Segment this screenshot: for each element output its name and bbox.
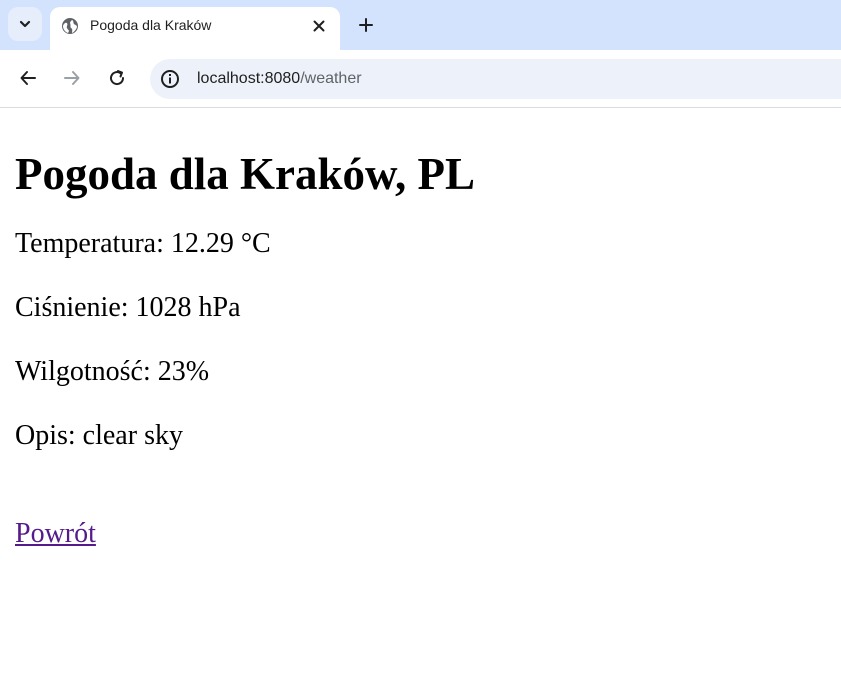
url-host: localhost:8080 — [197, 70, 301, 87]
close-icon — [313, 20, 325, 32]
page-content: Pogoda dla Kraków, PL Temperatura: 12.29… — [15, 108, 825, 550]
new-tab-button[interactable] — [353, 12, 379, 38]
arrow-right-icon — [64, 71, 80, 85]
browser-toolbar: localhost:8080/weather — [0, 50, 841, 108]
globe-icon — [62, 18, 78, 34]
page-title: Pogoda dla Kraków, PL — [15, 149, 476, 199]
tab-search-button[interactable] — [8, 7, 42, 41]
back-button[interactable] — [14, 64, 42, 92]
url-path: /weather — [300, 70, 362, 87]
tab-title: Pogoda dla Kraków — [90, 17, 212, 33]
reload-icon — [110, 70, 125, 86]
pressure-text: Ciśnienie: 1028 hPa — [15, 292, 241, 323]
url-text[interactable]: localhost:8080/weather — [197, 70, 362, 88]
info-icon — [161, 70, 179, 88]
forward-button[interactable] — [58, 64, 86, 92]
tab-strip: Pogoda dla Kraków — [0, 0, 841, 50]
back-link[interactable]: Powrót — [15, 518, 96, 550]
site-info-button[interactable] — [158, 67, 182, 91]
chevron-down-icon — [19, 20, 31, 28]
temperature-text: Temperatura: 12.29 °C — [15, 228, 271, 259]
arrow-left-icon — [20, 71, 36, 85]
humidity-text: Wilgotność: 23% — [15, 356, 210, 387]
address-bar[interactable]: localhost:8080/weather — [150, 59, 841, 99]
description-text: Opis: clear sky — [15, 420, 183, 451]
plus-icon — [359, 18, 373, 32]
tab-close-button[interactable] — [308, 15, 330, 37]
reload-button[interactable] — [103, 64, 131, 92]
active-tab[interactable]: Pogoda dla Kraków — [50, 7, 340, 50]
